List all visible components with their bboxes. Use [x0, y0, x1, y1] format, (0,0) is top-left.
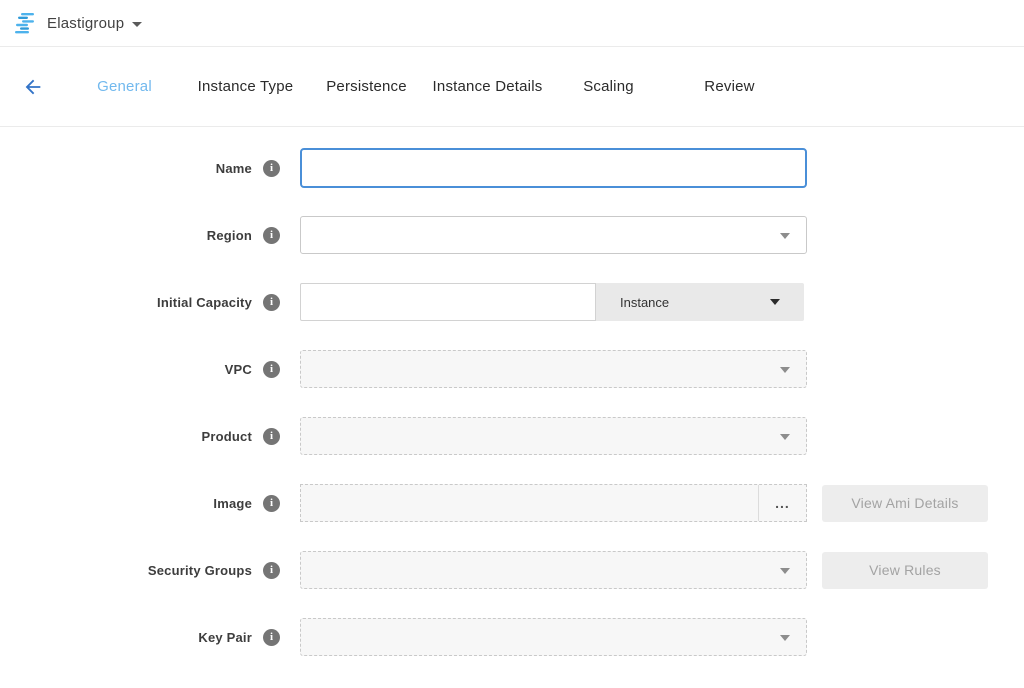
- view-ami-details-button[interactable]: View Ami Details: [822, 485, 988, 522]
- name-input[interactable]: [300, 148, 807, 188]
- image-field: ...: [300, 484, 807, 522]
- initial-capacity-label: Initial Capacity: [0, 295, 252, 310]
- elastigroup-logo-icon: [14, 12, 38, 35]
- chevron-down-icon: [780, 233, 790, 239]
- security-groups-select: [300, 551, 807, 589]
- tab-general[interactable]: General: [64, 78, 185, 95]
- back-button[interactable]: [20, 74, 46, 100]
- chevron-down-icon: [132, 22, 142, 27]
- general-settings-form: Name i Region i Initial Capacity i Insta…: [0, 127, 1024, 657]
- key-pair-row: Key Pair i: [0, 617, 1024, 657]
- key-pair-label: Key Pair: [0, 630, 252, 645]
- key-pair-select: [300, 618, 807, 656]
- info-icon[interactable]: i: [263, 294, 280, 311]
- region-row: Region i: [0, 215, 1024, 255]
- image-row: Image i ... View Ami Details: [0, 483, 1024, 523]
- name-label: Name: [0, 161, 252, 176]
- tab-scaling[interactable]: Scaling: [548, 78, 669, 95]
- product-label: Product: [0, 429, 252, 444]
- chevron-down-icon: [780, 635, 790, 641]
- vpc-row: VPC i: [0, 349, 1024, 389]
- name-row: Name i: [0, 148, 1024, 188]
- wizard-nav: General Instance Type Persistence Instan…: [0, 47, 1024, 127]
- chevron-down-icon: [770, 299, 780, 305]
- arrow-left-icon: [22, 76, 44, 98]
- image-browse-button[interactable]: ...: [759, 485, 806, 521]
- security-groups-row: Security Groups i View Rules: [0, 550, 1024, 590]
- vpc-select: [300, 350, 807, 388]
- security-groups-label: Security Groups: [0, 563, 252, 578]
- info-icon[interactable]: i: [263, 562, 280, 579]
- info-icon[interactable]: i: [263, 629, 280, 646]
- info-icon[interactable]: i: [263, 361, 280, 378]
- region-select[interactable]: [300, 216, 807, 254]
- tab-persistence[interactable]: Persistence: [306, 78, 427, 95]
- product-select: [300, 417, 807, 455]
- capacity-unit-select[interactable]: Instance: [596, 283, 804, 321]
- region-label: Region: [0, 228, 252, 243]
- tab-review[interactable]: Review: [669, 78, 790, 95]
- initial-capacity-row: Initial Capacity i Instance: [0, 282, 1024, 322]
- tab-instance-type[interactable]: Instance Type: [185, 78, 306, 95]
- tab-instance-details[interactable]: Instance Details: [427, 78, 548, 95]
- top-bar: Elastigroup: [0, 0, 1024, 47]
- initial-capacity-input[interactable]: [300, 283, 596, 321]
- info-icon[interactable]: i: [263, 495, 280, 512]
- vpc-label: VPC: [0, 362, 252, 377]
- chevron-down-icon: [780, 367, 790, 373]
- product-row: Product i: [0, 416, 1024, 456]
- view-rules-button[interactable]: View Rules: [822, 552, 988, 589]
- info-icon[interactable]: i: [263, 227, 280, 244]
- image-input: [301, 485, 759, 521]
- chevron-down-icon: [780, 568, 790, 574]
- chevron-down-icon: [780, 434, 790, 440]
- app-title: Elastigroup: [47, 15, 124, 32]
- info-icon[interactable]: i: [263, 428, 280, 445]
- capacity-unit-value: Instance: [620, 295, 669, 310]
- app-switcher[interactable]: Elastigroup: [47, 15, 142, 32]
- tab-list: General Instance Type Persistence Instan…: [64, 78, 790, 95]
- image-label: Image: [0, 496, 252, 511]
- info-icon[interactable]: i: [263, 160, 280, 177]
